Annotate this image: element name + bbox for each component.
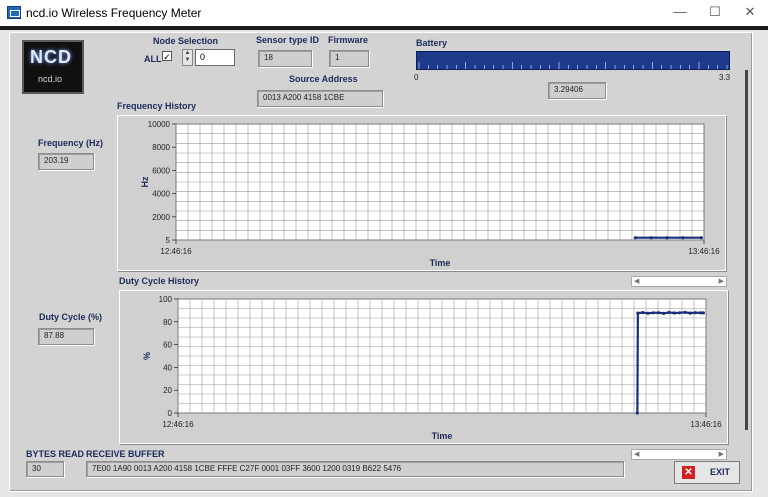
data-point: [649, 236, 653, 240]
y-tick-label: 80: [163, 318, 172, 327]
close-window-button[interactable]: ✕: [732, 0, 768, 26]
duty-cycle-label: Duty Cycle (%): [39, 312, 103, 322]
data-point: [665, 236, 669, 240]
y-tick-label: 8000: [152, 143, 170, 152]
y-tick-label: 6000: [152, 166, 170, 175]
y-tick-label: 40: [163, 363, 172, 372]
y-tick-label: 2000: [152, 213, 170, 222]
x-axis-label: Time: [432, 431, 453, 441]
duty-cycle-chart-panel: 100 80 60 40 20 0 12:46:16 13:46:16 Time%: [119, 290, 728, 444]
duty-chart-scrollbar[interactable]: ◀ ▶: [631, 276, 727, 287]
battery-gauge: [416, 51, 730, 70]
data-point: [651, 311, 655, 315]
window-title: ncd.io Wireless Frequency Meter: [26, 6, 202, 20]
x-axis-label: Time: [430, 258, 451, 268]
data-point: [635, 411, 639, 415]
data-point: [681, 236, 685, 240]
data-point: [646, 311, 650, 315]
scroll-right-arrow[interactable]: ▶: [719, 277, 724, 286]
battery-max-label: 3.3: [719, 73, 731, 82]
frequency-chart: 10000 8000 6000 4000 2000 5 12:46:16 13:46:16 Ti…: [140, 120, 720, 268]
firmware-value: 1: [329, 50, 369, 67]
data-point: [672, 311, 676, 315]
data-point: [656, 311, 661, 315]
battery-min-label: 0: [414, 73, 419, 82]
logo-subtext: ncd.io: [38, 74, 63, 84]
bytes-read-value: 30: [26, 461, 64, 477]
y-tick-label: 20: [163, 386, 172, 395]
all-label: ALL: [144, 54, 162, 64]
node-selection-label: Node Selection: [153, 36, 219, 46]
buffer-scrollbar[interactable]: ◀ ▶: [631, 449, 727, 460]
data-point: [633, 236, 637, 240]
sensor-type-value: 18: [258, 50, 312, 67]
data-point: [701, 311, 705, 315]
sensor-type-label: Sensor type ID: [256, 35, 320, 45]
frequency-label: Frequency (Hz): [38, 138, 104, 148]
bytes-read-label: BYTES READ: [26, 449, 85, 459]
receive-buffer-label: RECEIVE BUFFER: [86, 449, 165, 459]
y-tick-label: 0: [168, 409, 173, 418]
y-tick-label: 100: [159, 295, 173, 304]
y-tick-label: 5: [166, 236, 171, 245]
battery-label: Battery: [416, 38, 448, 48]
x-tick-label: 13:46:16: [688, 247, 720, 256]
data-point: [699, 236, 703, 240]
frequency-chart-title: Frequency History: [117, 101, 197, 111]
y-axis-label: %: [142, 352, 152, 360]
y-axis-label: Hz: [140, 176, 150, 187]
data-point: [688, 311, 692, 315]
x-tick-label: 13:46:16: [690, 420, 722, 429]
title-bar: ncd.io Wireless Frequency Meter — ☐ ✕: [0, 0, 768, 26]
duty-cycle-chart: 100 80 60 40 20 0 12:46:16 13:46:16 Time%: [142, 295, 722, 441]
ncd-logo: NCD ncd.io: [22, 40, 84, 94]
scroll-left-arrow[interactable]: ◀: [634, 450, 639, 459]
frequency-value: 203.19: [38, 153, 94, 170]
scroll-left-arrow[interactable]: ◀: [634, 277, 639, 286]
data-point: [678, 311, 682, 315]
data-point: [667, 310, 671, 315]
exit-label: EXIT: [710, 467, 731, 477]
node-spinner[interactable]: ▲ ▼: [182, 49, 193, 66]
duty-cycle-value: 87.88: [38, 328, 94, 345]
all-checkbox[interactable]: ✓: [162, 51, 172, 62]
data-point: [641, 310, 645, 315]
y-tick-label: 4000: [152, 190, 170, 199]
close-icon: ✕: [682, 466, 695, 479]
y-tick-label: 10000: [148, 120, 171, 129]
scroll-right-arrow[interactable]: ▶: [719, 450, 724, 459]
firmware-label: Firmware: [328, 35, 369, 45]
battery-gauge-ticks: [418, 62, 728, 69]
y-tick-label: 60: [163, 341, 172, 350]
panel-divider: [745, 70, 748, 430]
logo-text: NCD: [30, 47, 72, 67]
maximize-button[interactable]: ☐: [697, 0, 733, 26]
receive-buffer-value: 7E00 1A90 0013 A200 4158 1CBE FFFE C27F …: [86, 461, 624, 477]
duty-cycle-chart-title: Duty Cycle History: [119, 276, 200, 286]
node-input[interactable]: 0: [195, 49, 235, 66]
battery-value: 3.29406: [548, 82, 606, 99]
source-address-value: 0013 A200 4158 1CBE: [257, 90, 383, 107]
frequency-chart-panel: 10000 8000 6000 4000 2000 5 12:46:16 13:46:16 Ti…: [117, 115, 726, 271]
x-tick-label: 12:46:16: [162, 420, 194, 429]
exit-button[interactable]: ✕ EXIT: [674, 461, 740, 484]
x-tick-label: 12:46:16: [160, 247, 192, 256]
minimize-button[interactable]: —: [662, 0, 698, 26]
source-address-label: Source Address: [289, 74, 358, 84]
data-point: [693, 311, 698, 315]
data-point: [662, 311, 666, 315]
data-point: [636, 311, 640, 315]
data-point: [683, 310, 687, 314]
app-icon: [7, 6, 21, 19]
